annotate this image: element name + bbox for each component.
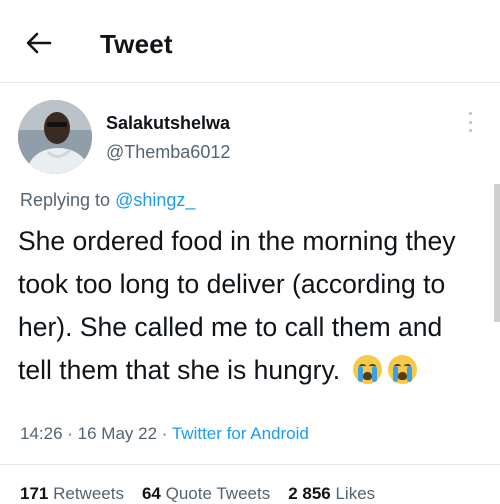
- likes-label: Likes: [330, 484, 376, 503]
- loudly-crying-face-icon: [353, 355, 383, 384]
- quotes-label: Quote Tweets: [160, 484, 271, 503]
- author-name[interactable]: Salakutshelwa: [106, 113, 230, 134]
- avatar-photo: [18, 100, 92, 174]
- retweets-label: Retweets: [48, 484, 124, 503]
- retweets-count: 171: [20, 484, 49, 503]
- separator: ·: [157, 424, 172, 443]
- divider: [0, 464, 500, 465]
- retweets-link[interactable]: 171 Retweets: [20, 484, 124, 503]
- author-handle[interactable]: @Themba6012: [106, 142, 230, 163]
- tweet-time: 14:26: [20, 424, 63, 443]
- replying-to: Replying to @shingz_: [20, 190, 195, 211]
- scrollbar[interactable]: [494, 184, 500, 322]
- tweet-stats: 171 Retweets 64 Quote Tweets 2 856 Likes: [20, 484, 375, 504]
- likes-link[interactable]: 2 856 Likes: [288, 484, 375, 503]
- separator: ·: [62, 424, 78, 443]
- more-options-button[interactable]: [464, 110, 476, 134]
- arrow-left-icon: [26, 32, 52, 54]
- more-icon-dot: [468, 129, 472, 132]
- avatar[interactable]: [18, 100, 92, 174]
- more-icon: [468, 112, 472, 115]
- source-link[interactable]: Twitter for Android: [172, 424, 309, 443]
- back-button[interactable]: [24, 28, 54, 58]
- more-icon-dot: [468, 120, 472, 124]
- tweet-body: She ordered food in the morning they too…: [18, 220, 483, 392]
- replying-prefix: Replying to: [20, 190, 116, 210]
- loudly-crying-face-icon: [388, 355, 418, 384]
- quote-tweets-link[interactable]: 64 Quote Tweets: [142, 484, 270, 503]
- tweet-date: 16 May 22: [77, 424, 158, 443]
- reply-mention-link[interactable]: @shingz_: [115, 190, 195, 210]
- page-title: Tweet: [100, 29, 173, 59]
- tweet-meta: 14:26 · 16 May 22 · Twitter for Android: [20, 424, 309, 444]
- quotes-count: 64: [141, 484, 161, 503]
- likes-count: 2 856: [288, 484, 331, 503]
- top-bar: Tweet: [0, 0, 500, 83]
